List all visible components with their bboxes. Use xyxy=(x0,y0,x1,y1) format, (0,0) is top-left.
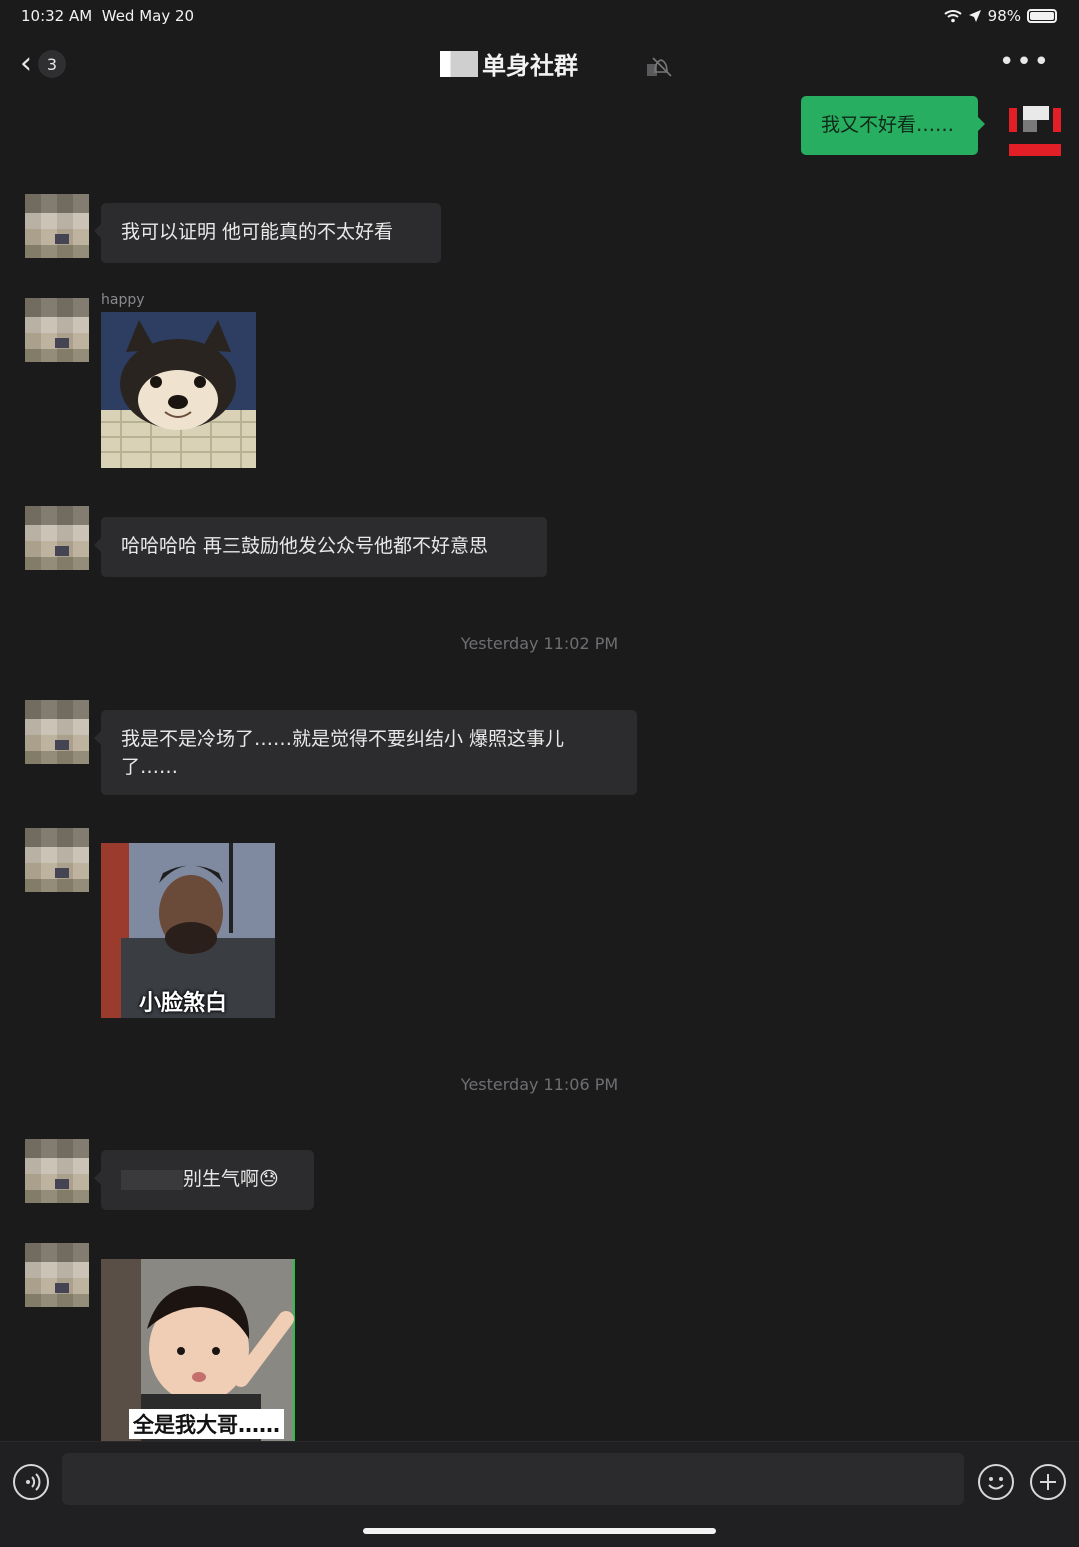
chevron-left-icon: ‹ xyxy=(20,46,32,81)
message-text: 我又不好看…… xyxy=(821,114,955,136)
avatar[interactable] xyxy=(25,1139,89,1203)
chat-title[interactable]: 单身社群 xyxy=(440,46,578,81)
chat-messages[interactable]: 我又不好看…… 我可以证明 他可能真的不太好看 happy 哈哈哈哈 再三鼓励他… xyxy=(0,96,1079,1441)
chat-header: ‹ 3 单身社群 ••• xyxy=(0,32,1079,96)
more-dots-icon[interactable]: ••• xyxy=(999,49,1051,75)
battery-percent: 98% xyxy=(987,7,1021,25)
message-text: 哈哈哈哈 再三鼓励他发公众号他都不好意思 xyxy=(121,535,489,557)
sticker-caption: 全是我大哥…… xyxy=(129,1409,284,1439)
status-time: 10:32 AM xyxy=(21,7,93,25)
message-text: 别生气啊😓 xyxy=(183,1168,279,1190)
avatar[interactable] xyxy=(25,298,89,362)
unread-count-badge: 3 xyxy=(38,50,66,78)
avatar[interactable] xyxy=(25,506,89,570)
message-text: 我可以证明 他可能真的不太好看 xyxy=(121,221,394,243)
message-bubble[interactable]: 我是不是冷场了……就是觉得不要纠结小 爆照这事儿了…… xyxy=(94,710,637,795)
battery-icon xyxy=(1027,9,1057,23)
timestamp: Yesterday 11:06 PM xyxy=(460,1075,619,1094)
sender-nickname: happy xyxy=(101,292,145,308)
message-bubble[interactable]: 我可以证明 他可能真的不太好看 xyxy=(94,203,441,263)
avatar-self[interactable] xyxy=(1009,104,1061,156)
status-date: Wed May 20 xyxy=(101,7,195,25)
avatar[interactable] xyxy=(25,700,89,764)
sticker-dog[interactable] xyxy=(101,312,256,468)
status-time-date: 10:32 AM Wed May 20 xyxy=(21,7,194,25)
redacted-block xyxy=(121,1169,183,1190)
sticker-caption: 小脸煞白 xyxy=(139,991,228,1016)
sticker-baby[interactable]: 全是我大哥…… xyxy=(101,1259,295,1441)
message-bubble[interactable]: 别生气啊😓 xyxy=(94,1150,314,1210)
redacted-block xyxy=(440,50,478,77)
status-bar: 10:32 AM Wed May 20 98% xyxy=(0,0,1079,32)
bell-slash-icon xyxy=(647,57,672,77)
avatar[interactable] xyxy=(25,1243,89,1307)
home-indicator xyxy=(363,1528,716,1534)
plus-icon[interactable] xyxy=(1030,1464,1066,1500)
back-button[interactable]: ‹ 3 xyxy=(20,48,82,80)
avatar[interactable] xyxy=(25,828,89,892)
sticker-general[interactable]: 小脸煞白 xyxy=(101,843,275,1018)
location-icon xyxy=(968,10,981,22)
status-right: 98% xyxy=(943,7,1057,25)
avatar[interactable] xyxy=(25,194,89,258)
message-text: 我是不是冷场了……就是觉得不要纠结小 爆照这事儿了…… xyxy=(121,728,565,778)
message-bubble-self[interactable]: 我又不好看…… xyxy=(801,96,985,155)
voice-icon[interactable] xyxy=(13,1464,49,1500)
timestamp: Yesterday 11:02 PM xyxy=(460,634,619,653)
message-bubble[interactable]: 哈哈哈哈 再三鼓励他发公众号他都不好意思 xyxy=(94,517,547,577)
wifi-icon xyxy=(943,10,962,23)
message-input[interactable] xyxy=(62,1453,964,1505)
chat-title-text: 单身社群 xyxy=(482,52,578,80)
emoji-icon[interactable] xyxy=(978,1464,1014,1500)
